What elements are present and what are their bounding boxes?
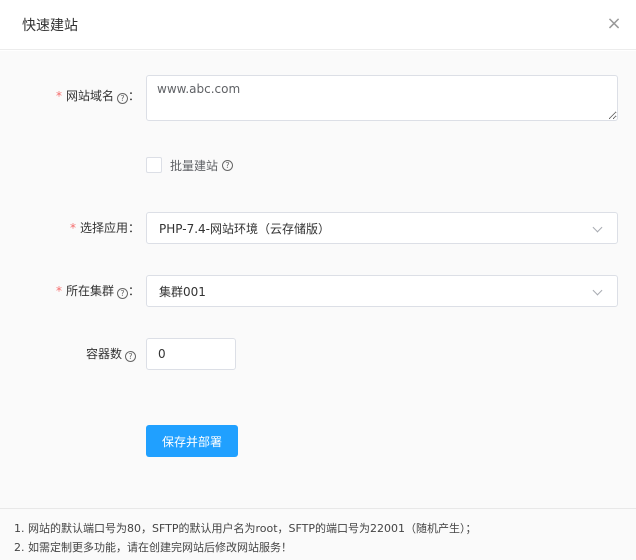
batch-label: 批量建站 — [170, 158, 219, 173]
domain-label-row: * 网站域名?： — [55, 89, 140, 104]
footer-notes: 1. 网站的默认端口号为80，SFTP的默认用户名为root，SFTP的端口号为… — [0, 508, 636, 560]
batch-checkbox-row[interactable]: 批量建站 ? — [146, 157, 234, 173]
batch-checkbox[interactable] — [146, 157, 162, 173]
close-icon[interactable]: × — [606, 14, 622, 34]
cluster-label: 所在集群 — [65, 284, 114, 298]
app-label-row: * 选择应用： — [69, 221, 140, 235]
dialog-header: 快速建站 × — [0, 0, 636, 50]
footer-note: 2. 如需定制更多功能，请在创建完网站后修改网站服务！ — [14, 541, 292, 554]
chevron-down-icon — [592, 222, 603, 233]
required-mark: * — [55, 89, 62, 103]
save-deploy-button[interactable]: 保存并部署 — [146, 425, 238, 457]
dialog-title: 快速建站 — [22, 18, 78, 34]
containers-label: 容器数 — [85, 347, 122, 361]
chevron-down-icon — [592, 285, 603, 296]
required-mark: * — [69, 221, 76, 235]
footer-note: 1. 网站的默认端口号为80，SFTP的默认用户名为root，SFTP的端口号为… — [14, 522, 477, 535]
dialog-body: *网站域名?： 批量建站 ? *选择应用： PHP-7.4-网站环境（云存储版）… — [0, 51, 636, 508]
app-label: 选择应用 — [79, 221, 128, 235]
required-mark: * — [55, 284, 62, 298]
quick-site-dialog: 快速建站 × *网站域名?： 批量建站 ? *选择应用： PHP-7.4-网站环… — [0, 0, 636, 560]
cluster-select-value: 集群001 — [159, 285, 206, 299]
cluster-select[interactable]: 集群001 — [146, 275, 618, 307]
containers-input[interactable] — [146, 338, 236, 370]
help-icon[interactable]: ? — [116, 93, 128, 104]
app-select-value: PHP-7.4-网站环境（云存储版） — [159, 222, 330, 236]
app-select[interactable]: PHP-7.4-网站环境（云存储版） — [146, 212, 618, 244]
domain-input[interactable] — [146, 75, 618, 121]
help-icon[interactable]: ? — [222, 159, 234, 171]
domain-label: 网站域名 — [65, 89, 114, 103]
cluster-label-row: * 所在集群?： — [55, 284, 140, 299]
help-icon[interactable]: ? — [125, 351, 136, 362]
help-icon[interactable]: ? — [116, 288, 128, 299]
containers-label-row: 容器数? — [0, 344, 136, 364]
